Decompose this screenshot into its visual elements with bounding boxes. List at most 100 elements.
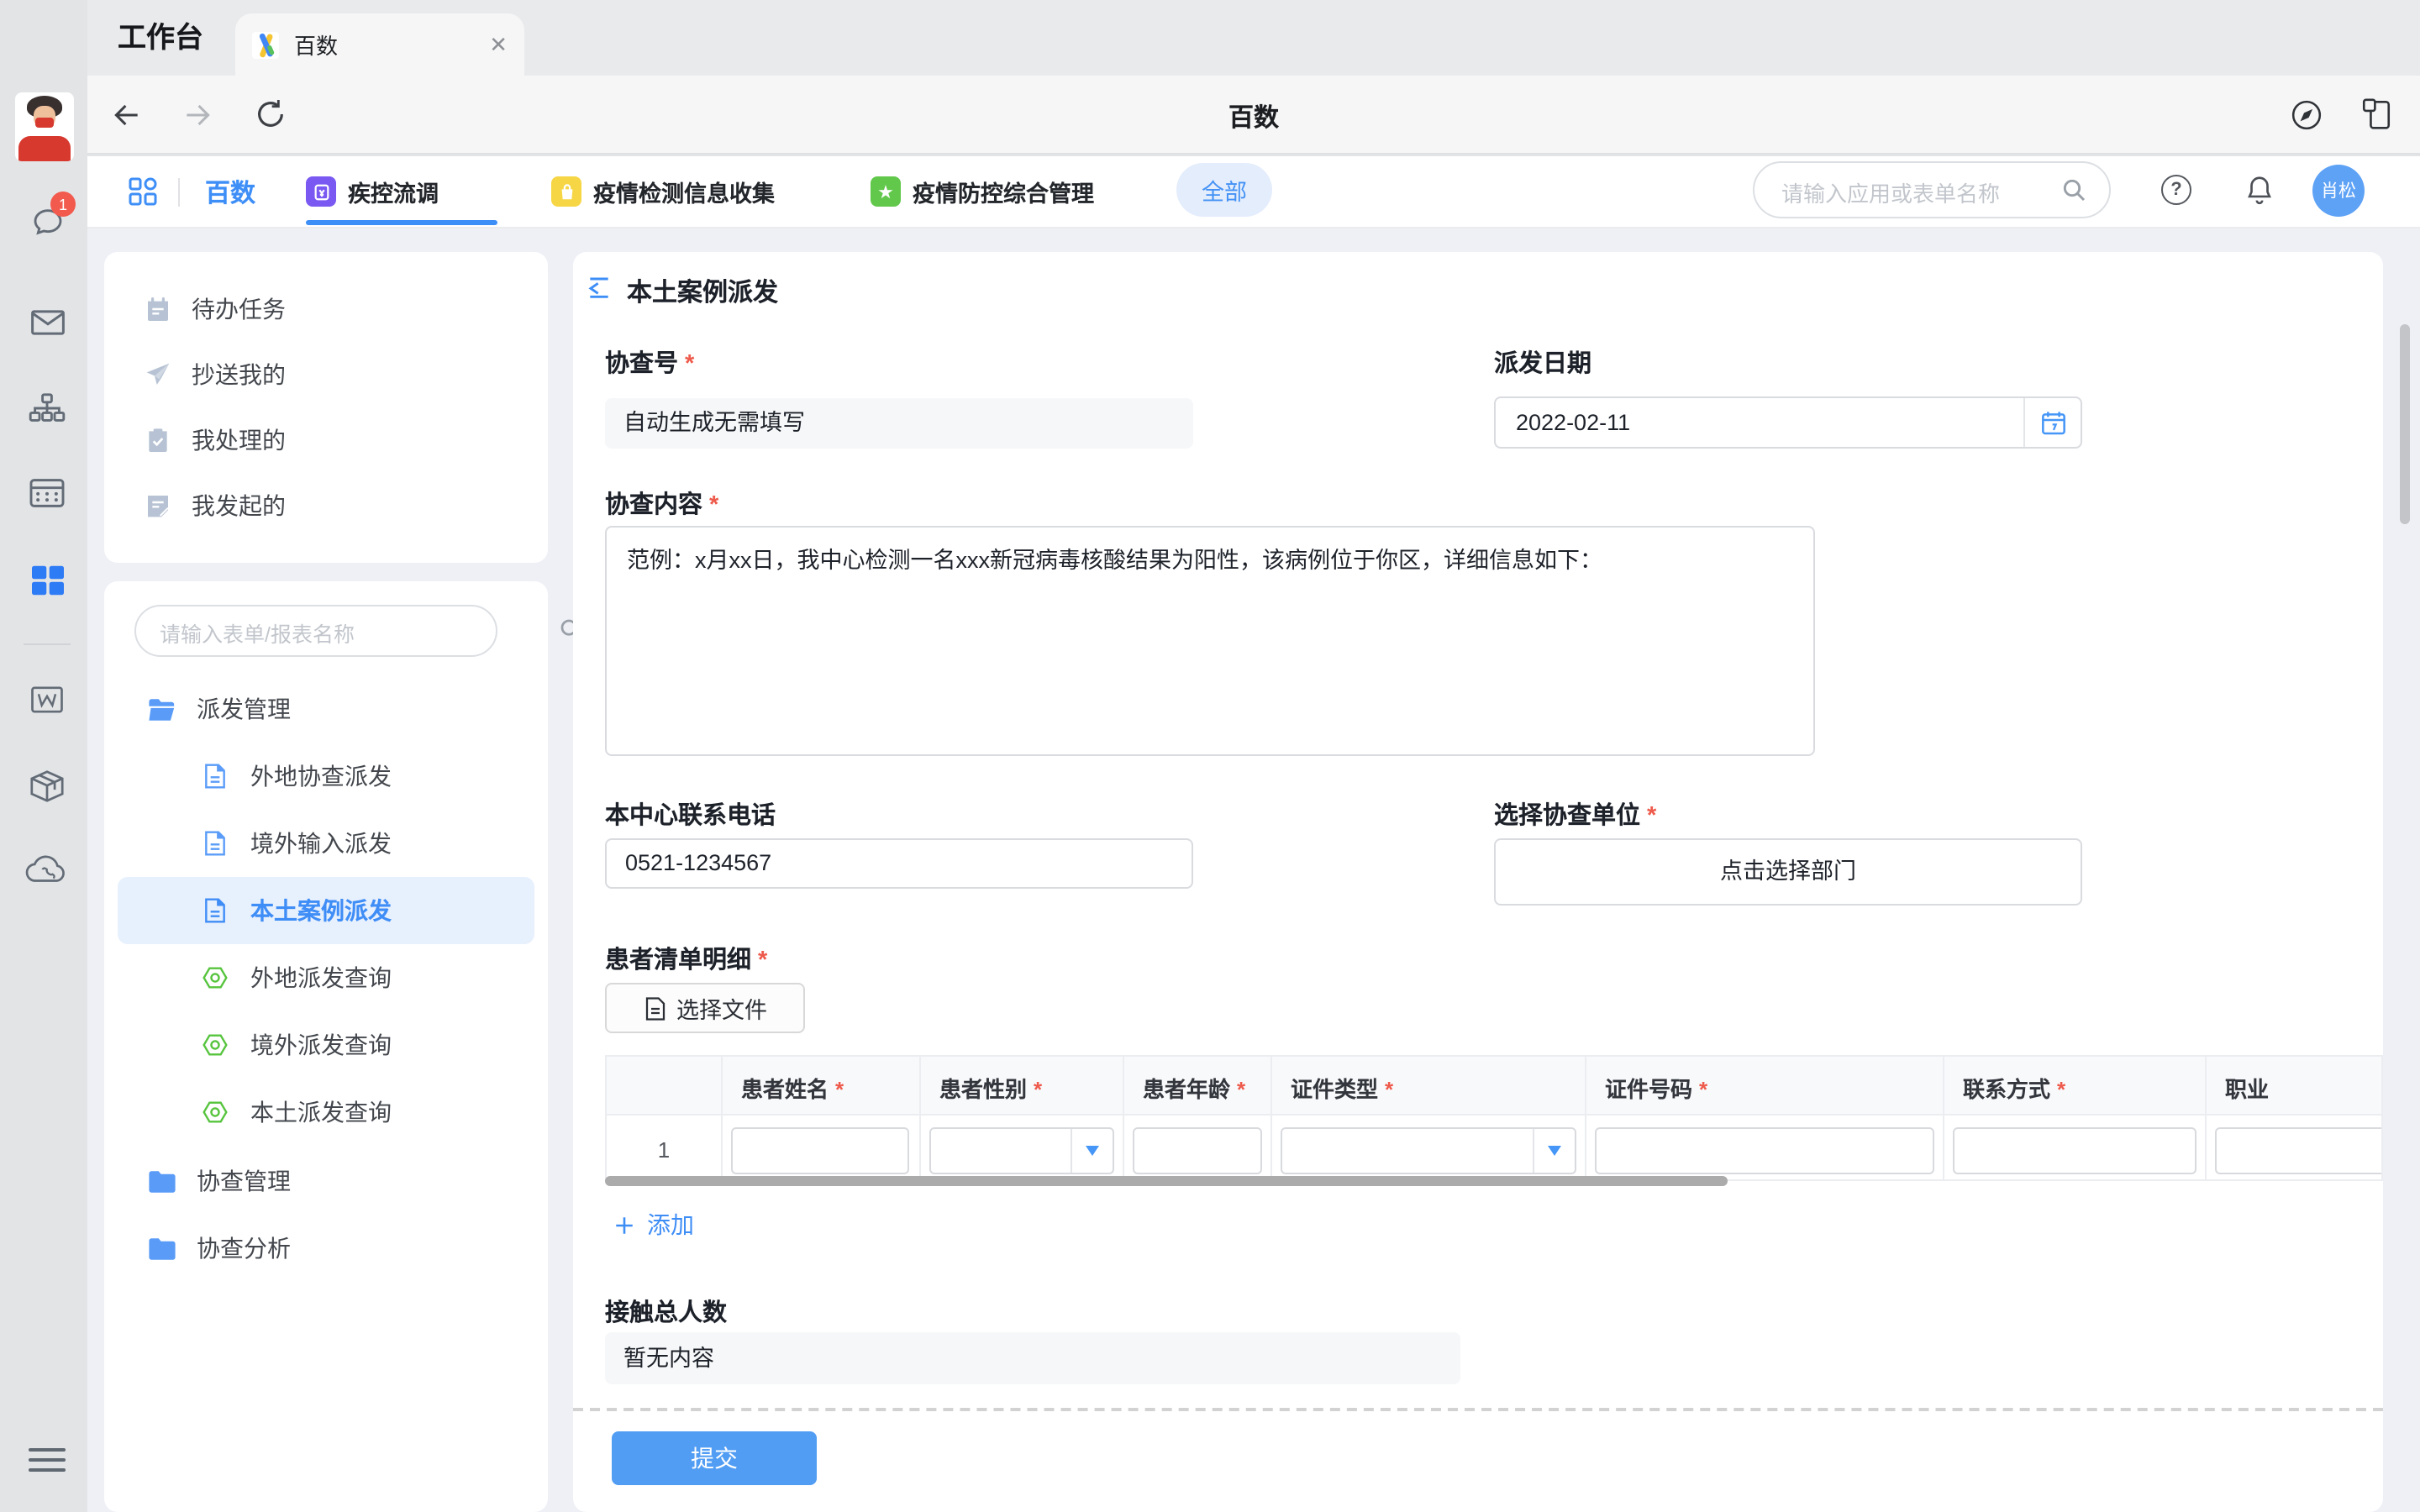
page-vertical-scrollbar[interactable] bbox=[2400, 324, 2410, 524]
table-horizontal-scrollbar[interactable] bbox=[605, 1176, 1728, 1186]
col-header-idnumber: 证件号码 bbox=[1605, 1072, 1707, 1104]
jiance-app-icon bbox=[551, 176, 581, 207]
menu-item-cc[interactable]: 抄送我的 bbox=[104, 341, 548, 407]
org-chart-icon[interactable] bbox=[29, 393, 66, 423]
hamburger-menu-icon[interactable] bbox=[29, 1448, 66, 1472]
bell-icon[interactable] bbox=[2244, 173, 2275, 207]
file-icon bbox=[643, 995, 666, 1021]
tree-folder-paifa[interactable]: 派发管理 bbox=[104, 675, 548, 743]
add-row-button[interactable]: 添加 bbox=[613, 1208, 694, 1242]
form-search-placeholder: 请输入表单/报表名称 bbox=[160, 617, 355, 648]
doc-icon bbox=[203, 763, 227, 790]
screen: 1 工作台 百数 ✕ 百数 bbox=[0, 0, 2420, 1512]
tab-title: 百数 bbox=[294, 29, 489, 60]
user-avatar-photo[interactable] bbox=[15, 92, 74, 161]
workbench-grid-icon[interactable] bbox=[30, 564, 66, 596]
help-icon[interactable]: ? bbox=[2161, 175, 2191, 205]
user-avatar-badge[interactable]: 肖松 bbox=[2312, 165, 2365, 217]
search-icon[interactable] bbox=[2060, 176, 2087, 203]
gender-dropdown[interactable] bbox=[1071, 1129, 1113, 1173]
menu-item-initiated[interactable]: 我发起的 bbox=[104, 472, 548, 538]
nav-all-pill[interactable]: 全部 bbox=[1176, 163, 1272, 217]
cell-name-input[interactable] bbox=[731, 1127, 909, 1174]
contact-total-input[interactable]: 暂无内容 bbox=[605, 1332, 1460, 1384]
initiated-edit-icon bbox=[145, 491, 171, 518]
jikong-app-icon bbox=[306, 176, 336, 207]
col-header-name: 患者姓名 bbox=[741, 1072, 844, 1104]
date-picker-segment[interactable] bbox=[2023, 398, 2081, 447]
nav-divider bbox=[178, 178, 180, 207]
patients-table: 患者姓名 患者性别 患者年龄 证件类型 证件号码 联系方式 职业 1 bbox=[605, 1055, 2383, 1181]
package-box-icon[interactable] bbox=[29, 769, 66, 803]
cell-age-input[interactable] bbox=[1133, 1127, 1262, 1174]
todo-calendar-icon bbox=[145, 295, 171, 322]
compass-icon[interactable] bbox=[2291, 99, 2323, 131]
query-hexagon-icon bbox=[202, 1099, 229, 1126]
apps-grid-icon[interactable] bbox=[128, 176, 158, 207]
cloud-call-icon[interactable] bbox=[25, 855, 67, 885]
nav-home-baishu[interactable]: 百数 bbox=[205, 175, 255, 210]
tree-item-bentu-paifa-selected[interactable]: 本土案例派发 bbox=[118, 877, 534, 944]
date-input[interactable]: 2022-02-11 bbox=[1494, 396, 2082, 449]
patients-table-header bbox=[607, 1057, 2381, 1116]
active-app-underline bbox=[306, 220, 497, 225]
nav-app-jikong[interactable]: 疾控流调 bbox=[306, 175, 439, 208]
browser-tab[interactable]: 百数 ✕ bbox=[235, 13, 524, 76]
choose-file-button[interactable]: 选择文件 bbox=[605, 983, 805, 1033]
label-content: 协查内容 bbox=[605, 486, 718, 521]
tree-item-waidi-paifa[interactable]: 外地协查派发 bbox=[104, 743, 548, 810]
col-header-contact: 联系方式 bbox=[1963, 1072, 2065, 1104]
tree-folder-xiecha-mgmt[interactable]: 协查管理 bbox=[104, 1147, 548, 1215]
xiechahao-input[interactable]: 自动生成无需填写 bbox=[605, 398, 1193, 449]
dept-picker[interactable]: 点击选择部门 bbox=[1494, 838, 2082, 906]
rail-divider bbox=[24, 643, 71, 645]
col-header-gender: 患者性别 bbox=[939, 1072, 1042, 1104]
idtype-dropdown[interactable] bbox=[1533, 1129, 1575, 1173]
word-doc-icon[interactable] bbox=[30, 685, 64, 714]
baishu-logo-icon bbox=[252, 31, 279, 58]
cell-idtype-select[interactable] bbox=[1281, 1127, 1576, 1174]
calendar-icon bbox=[2039, 409, 2066, 436]
col-header-idtype: 证件类型 bbox=[1291, 1072, 1393, 1104]
row-index: 1 bbox=[607, 1127, 721, 1174]
plus-icon bbox=[613, 1214, 635, 1236]
page-title: 百数 bbox=[87, 99, 2420, 134]
form-footer-divider bbox=[573, 1408, 2383, 1411]
tree-item-waidi-query[interactable]: 外地派发查询 bbox=[104, 944, 548, 1011]
label-xiechahao: 协查号 bbox=[605, 344, 694, 380]
folder-icon bbox=[148, 1168, 176, 1194]
doc-icon bbox=[203, 830, 227, 857]
tree-item-jingwai-paifa[interactable]: 境外输入派发 bbox=[104, 810, 548, 877]
calendar-grid-icon[interactable] bbox=[29, 477, 66, 509]
label-date: 派发日期 bbox=[1494, 344, 1591, 380]
label-phone: 本中心联系电话 bbox=[605, 796, 776, 832]
chevron-down-icon bbox=[1548, 1146, 1561, 1156]
doc-icon bbox=[203, 897, 227, 924]
nav-app-yiqing-fangkong[interactable]: ★ 疫情防控综合管理 bbox=[871, 175, 1094, 208]
content-textarea[interactable]: 范例：x月xx日，我中心检测一名xxx新冠病毒核酸结果为阳性，该病例位于你区，详… bbox=[605, 526, 1815, 756]
nav-app-yiqing-jiance[interactable]: 疫情检测信息收集 bbox=[551, 175, 775, 208]
col-header-age: 患者年龄 bbox=[1143, 1072, 1245, 1104]
mail-icon[interactable] bbox=[30, 309, 66, 336]
open-in-window-icon[interactable] bbox=[2361, 97, 2391, 131]
tab-close-icon[interactable]: ✕ bbox=[489, 34, 508, 55]
phone-input[interactable]: 0521-1234567 bbox=[605, 838, 1193, 889]
form-title: 本土案例派发 bbox=[627, 274, 778, 309]
tree-item-bentu-query[interactable]: 本土派发查询 bbox=[104, 1079, 548, 1146]
cell-occupation-input[interactable] bbox=[2215, 1127, 2383, 1174]
tree-item-jingwai-query[interactable]: 境外派发查询 bbox=[104, 1011, 548, 1079]
tasks-card: 待办任务 抄送我的 我处理的 我发起的 bbox=[104, 252, 548, 563]
cell-gender-select[interactable] bbox=[929, 1127, 1114, 1174]
cell-idnumber-input[interactable] bbox=[1595, 1127, 1934, 1174]
submit-button[interactable]: 提交 bbox=[612, 1431, 817, 1485]
folder-icon bbox=[148, 1236, 176, 1261]
tree-folder-xiecha-analysis[interactable]: 协查分析 bbox=[104, 1215, 548, 1282]
label-dept: 选择协查单位 bbox=[1494, 796, 1656, 832]
menu-item-handled[interactable]: 我处理的 bbox=[104, 407, 548, 472]
cell-contact-input[interactable] bbox=[1953, 1127, 2196, 1174]
chevron-down-icon bbox=[1086, 1146, 1099, 1156]
menu-item-todo[interactable]: 待办任务 bbox=[104, 276, 548, 341]
form-back-icon[interactable] bbox=[585, 274, 613, 301]
folder-open-icon bbox=[148, 696, 176, 722]
col-header-occupation: 职业 bbox=[2225, 1072, 2269, 1104]
